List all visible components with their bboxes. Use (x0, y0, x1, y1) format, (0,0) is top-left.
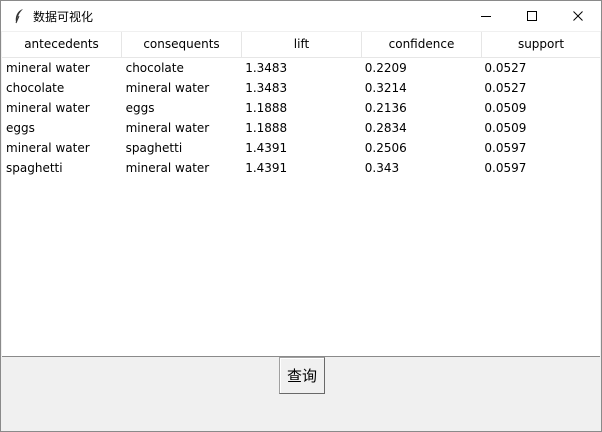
minimize-button[interactable] (463, 1, 509, 31)
cell-antecedents: eggs (6, 121, 35, 135)
cell-antecedents: mineral water (6, 141, 90, 155)
cell-antecedents: chocolate (6, 81, 65, 95)
cell-confidence: 0.343 (364, 161, 400, 175)
column-header-lift[interactable]: lift (242, 32, 362, 57)
table-row[interactable]: mineral water chocolate 1.3483 0.2209 0.… (2, 58, 600, 78)
maximize-button[interactable] (509, 1, 555, 31)
table-row[interactable]: mineral water spaghetti 1.4391 0.2506 0.… (2, 138, 600, 158)
window-title: 数据可视化 (33, 9, 94, 24)
cell-confidence: 0.2506 (364, 141, 407, 155)
table-row[interactable]: eggs mineral water 1.1888 0.2834 0.0509 (2, 118, 600, 138)
cell-consequents: eggs (125, 101, 155, 115)
column-header-antecedents[interactable]: antecedents (2, 32, 122, 57)
cell-lift: 1.1888 (245, 121, 288, 135)
cell-consequents: mineral water (125, 81, 210, 95)
cell-support: 0.0597 (484, 161, 527, 175)
cell-support: 0.0527 (484, 61, 527, 75)
feather-icon (11, 8, 27, 24)
close-button[interactable] (555, 1, 601, 31)
cell-consequents: chocolate (125, 61, 184, 75)
cell-support: 0.0527 (484, 81, 527, 95)
cell-antecedents: mineral water (6, 101, 90, 115)
maximize-icon (527, 11, 537, 21)
title-bar[interactable]: 数据可视化 (1, 1, 601, 31)
app-window: 数据可视化 antecedents consequents lift confi… (0, 0, 602, 432)
cell-support: 0.0597 (484, 141, 527, 155)
cell-antecedents: mineral water (6, 61, 90, 75)
column-header-confidence[interactable]: confidence (362, 32, 482, 57)
cell-lift: 1.4391 (245, 161, 288, 175)
cell-consequents: mineral water (125, 121, 210, 135)
cell-consequents: mineral water (125, 161, 210, 175)
minimize-icon (481, 16, 491, 17)
cell-confidence: 0.2209 (364, 61, 407, 75)
cell-lift: 1.1888 (245, 101, 288, 115)
cell-confidence: 0.2834 (364, 121, 407, 135)
cell-confidence: 0.3214 (364, 81, 407, 95)
cell-consequents: spaghetti (125, 141, 183, 155)
cell-confidence: 0.2136 (364, 101, 407, 115)
bottom-panel: 查询 (2, 357, 600, 431)
query-button[interactable]: 查询 (279, 357, 325, 394)
cell-lift: 1.4391 (245, 141, 288, 155)
cell-lift: 1.3483 (245, 81, 288, 95)
table-row[interactable]: spaghetti mineral water 1.4391 0.343 0.0… (2, 158, 600, 178)
cell-antecedents: spaghetti (6, 161, 63, 175)
cell-support: 0.0509 (484, 121, 527, 135)
column-header-support[interactable]: support (482, 32, 600, 57)
table-row[interactable]: chocolate mineral water 1.3483 0.3214 0.… (2, 78, 600, 98)
table-row[interactable]: mineral water eggs 1.1888 0.2136 0.0509 (2, 98, 600, 118)
close-icon (573, 11, 583, 21)
cell-lift: 1.3483 (245, 61, 288, 75)
table-header: antecedents consequents lift confidence … (2, 32, 600, 58)
results-table[interactable]: antecedents consequents lift confidence … (2, 32, 600, 357)
cell-support: 0.0509 (484, 101, 527, 115)
column-header-consequents[interactable]: consequents (122, 32, 242, 57)
